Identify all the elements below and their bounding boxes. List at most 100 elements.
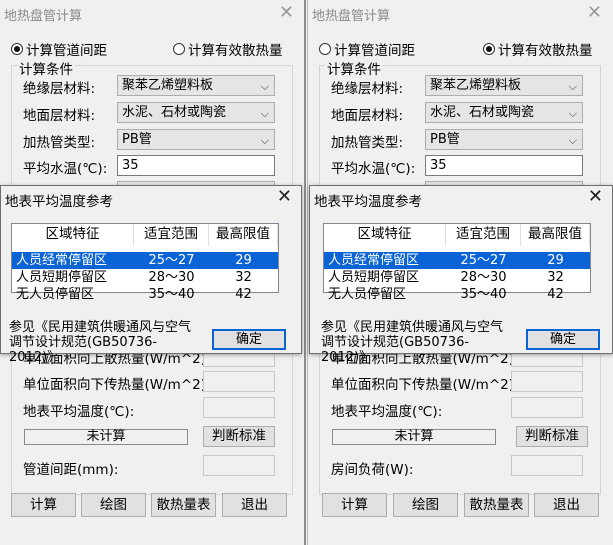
close-icon[interactable]: ✕ <box>279 2 294 23</box>
close-icon[interactable]: ✕ <box>277 186 292 207</box>
table-cell-range: 35～40 <box>460 287 507 302</box>
radio-calc-heat[interactable]: 计算有效散热量 <box>173 39 283 59</box>
reference-table: 区域特征 适宜范围 最高限值 人员经常停留区 25～27 29 人员短期停留区 … <box>11 223 279 302</box>
radio-unselected-icon <box>319 43 331 55</box>
insulation-select[interactable]: 聚苯乙烯塑料板 ⌵ <box>117 75 275 96</box>
water-temp-label: 平均水温(℃): <box>331 161 416 177</box>
reference-table: 区域特征 适宜范围 最高限值 人员经常停留区 25～27 29 人员短期停留区 … <box>323 223 591 302</box>
table-cell-zone: 无人员停留区 <box>16 287 95 302</box>
table-cell-range: 28～30 <box>148 270 195 285</box>
radio-label: 计算管道间距 <box>26 43 107 59</box>
surface-temp-label: 地表平均温度(℃): <box>331 404 443 420</box>
radio-label: 计算管道间距 <box>334 43 415 59</box>
exit-button[interactable]: 退出 <box>222 493 287 517</box>
column-header-zone[interactable]: 区域特征 <box>12 224 134 246</box>
table-cell-max: 32 <box>235 270 252 285</box>
table-cell-max: 29 <box>547 253 564 268</box>
calc-button[interactable]: 计算 <box>11 493 76 517</box>
table-cell-max: 32 <box>547 270 564 285</box>
heat-table-button[interactable]: 散热量表 <box>151 493 216 517</box>
judge-standard-button[interactable]: 判断标准 <box>203 426 275 447</box>
result-input[interactable] <box>511 455 583 476</box>
result-label: 房间负荷(W): <box>331 462 414 478</box>
pipe-select[interactable]: PB管 ⌵ <box>117 129 275 150</box>
insulation-value: 聚苯乙烯塑料板 <box>122 78 214 93</box>
radio-label: 计算有效散热量 <box>188 43 283 59</box>
surface-temp-label: 地表平均温度(℃): <box>23 404 135 420</box>
table-header: 区域特征 适宜范围 最高限值 <box>12 224 278 246</box>
table-cell-zone: 人员经常停留区 <box>16 253 108 268</box>
pipe-select[interactable]: PB管 ⌵ <box>425 129 583 150</box>
judge-standard-button[interactable]: 判断标准 <box>516 426 588 447</box>
heat-table-button[interactable]: 散热量表 <box>464 493 529 517</box>
ok-button[interactable]: 确定 <box>212 329 286 350</box>
pipe-label: 加热管类型: <box>331 135 404 151</box>
insulation-select[interactable]: 聚苯乙烯塑料板 ⌵ <box>425 75 583 96</box>
table-row[interactable]: 无人员停留区 35～40 42 <box>12 286 278 302</box>
column-header-max[interactable]: 最高限值 <box>209 224 278 246</box>
surface-temp-input[interactable] <box>203 397 275 418</box>
reference-note: 参见《民用建筑供暖通风与空气调节设计规范(GB50736-2012)》 <box>321 320 504 365</box>
chevron-down-icon: ⌵ <box>260 80 269 93</box>
column-header-max[interactable]: 最高限值 <box>521 224 590 246</box>
title-bar: 地热盘管计算 ✕ <box>0 0 304 26</box>
window-title: 地热盘管计算 <box>312 9 391 24</box>
table-header: 区域特征 适宜范围 最高限值 <box>324 224 590 246</box>
table-cell-range: 35～40 <box>148 287 195 302</box>
water-temp-input[interactable]: 35 <box>425 155 583 176</box>
column-header-zone[interactable]: 区域特征 <box>324 224 446 246</box>
floor-select[interactable]: 水泥、石材或陶瓷 ⌵ <box>425 102 583 123</box>
down-heat-input[interactable] <box>511 371 583 392</box>
down-heat-label: 单位面积向下传热量(W/m^2): <box>331 377 519 393</box>
table-row[interactable]: 人员经常停留区 25～27 29 <box>12 252 278 269</box>
radio-selected-icon <box>11 43 23 55</box>
column-header-range[interactable]: 适宜范围 <box>446 224 521 246</box>
table-row[interactable]: 人员经常停留区 25～27 29 <box>324 252 590 269</box>
status-box: 未计算 <box>332 429 496 445</box>
table-cell-range: 25～27 <box>460 253 507 268</box>
calc-button[interactable]: 计算 <box>322 493 387 517</box>
table-row[interactable]: 无人员停留区 35～40 42 <box>324 286 590 302</box>
water-temp-label: 平均水温(℃): <box>23 161 108 177</box>
floor-value: 水泥、石材或陶瓷 <box>122 105 227 120</box>
draw-button[interactable]: 绘图 <box>393 493 458 517</box>
table-cell-max: 42 <box>235 287 252 302</box>
title-bar: 地热盘管计算 ✕ <box>308 0 612 26</box>
result-label: 管道间距(mm): <box>23 462 119 478</box>
result-input[interactable] <box>203 455 275 476</box>
floor-label: 地面层材料: <box>23 108 96 124</box>
insulation-label: 绝缘层材料: <box>331 81 404 97</box>
table-cell-zone: 人员短期停留区 <box>16 270 108 285</box>
table-row[interactable]: 人员短期停留区 28～30 32 <box>324 269 590 286</box>
draw-button[interactable]: 绘图 <box>81 493 146 517</box>
pipe-value: PB管 <box>122 132 152 147</box>
water-temp-input[interactable]: 35 <box>117 155 275 176</box>
dialog-title: 地表平均温度参考 <box>314 194 422 210</box>
surface-temp-input[interactable] <box>511 397 583 418</box>
floor-value: 水泥、石材或陶瓷 <box>430 105 535 120</box>
insulation-label: 绝缘层材料: <box>23 81 96 97</box>
group-title: 计算条件 <box>325 58 383 78</box>
radio-label: 计算有效散热量 <box>498 43 593 59</box>
table-row[interactable]: 人员短期停留区 28～30 32 <box>12 269 278 286</box>
radio-calc-spacing[interactable]: 计算管道间距 <box>319 39 415 59</box>
pipe-value: PB管 <box>430 132 460 147</box>
close-icon[interactable]: ✕ <box>587 2 602 23</box>
column-header-range[interactable]: 适宜范围 <box>134 224 209 246</box>
table-cell-zone: 无人员停留区 <box>328 287 407 302</box>
down-heat-label: 单位面积向下传热量(W/m^2): <box>23 377 211 393</box>
radio-unselected-icon <box>173 43 185 55</box>
table-cell-zone: 人员经常停留区 <box>328 253 420 268</box>
chevron-down-icon: ⌵ <box>568 107 577 120</box>
window-title: 地热盘管计算 <box>4 9 83 24</box>
radio-calc-heat[interactable]: 计算有效散热量 <box>483 39 593 59</box>
ok-button[interactable]: 确定 <box>526 329 600 350</box>
exit-button[interactable]: 退出 <box>534 493 599 517</box>
radio-calc-spacing[interactable]: 计算管道间距 <box>11 39 107 59</box>
dialog-title: 地表平均温度参考 <box>5 194 113 210</box>
close-icon[interactable]: ✕ <box>588 186 603 207</box>
chevron-down-icon: ⌵ <box>568 80 577 93</box>
table-cell-zone: 人员短期停留区 <box>328 270 420 285</box>
floor-select[interactable]: 水泥、石材或陶瓷 ⌵ <box>117 102 275 123</box>
down-heat-input[interactable] <box>203 371 275 392</box>
